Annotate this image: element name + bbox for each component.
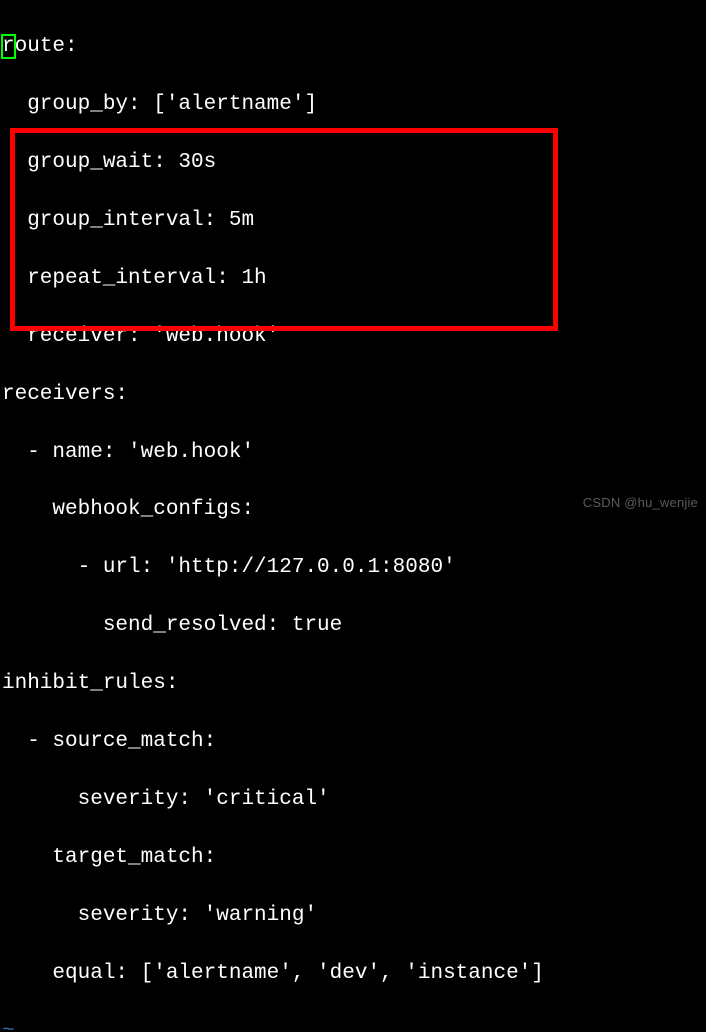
config-line: severity: 'critical'	[2, 786, 704, 815]
cursor: r	[2, 35, 15, 58]
config-line: - url: 'http://127.0.0.1:8080'	[2, 554, 704, 583]
config-line: repeat_interval: 1h	[2, 265, 704, 294]
config-line: route:	[2, 33, 704, 62]
empty-line-tilde: ~	[2, 1018, 704, 1032]
config-line: receivers:	[2, 381, 704, 410]
config-line: - source_match:	[2, 728, 704, 757]
line-rest: oute:	[15, 35, 78, 58]
config-line: target_match:	[2, 844, 704, 873]
config-line: group_by: ['alertname']	[2, 91, 704, 120]
terminal-output: route: group_by: ['alertname'] group_wai…	[2, 4, 704, 1032]
config-line: severity: 'warning'	[2, 902, 704, 931]
config-line: receiver: 'web.hook'	[2, 323, 704, 352]
config-line: send_resolved: true	[2, 612, 704, 641]
watermark: CSDN @hu_wenjie	[583, 494, 698, 512]
config-line: - name: 'web.hook'	[2, 439, 704, 468]
config-line: group_wait: 30s	[2, 149, 704, 178]
config-line: equal: ['alertname', 'dev', 'instance']	[2, 960, 704, 989]
config-line: group_interval: 5m	[2, 207, 704, 236]
config-line: inhibit_rules:	[2, 670, 704, 699]
